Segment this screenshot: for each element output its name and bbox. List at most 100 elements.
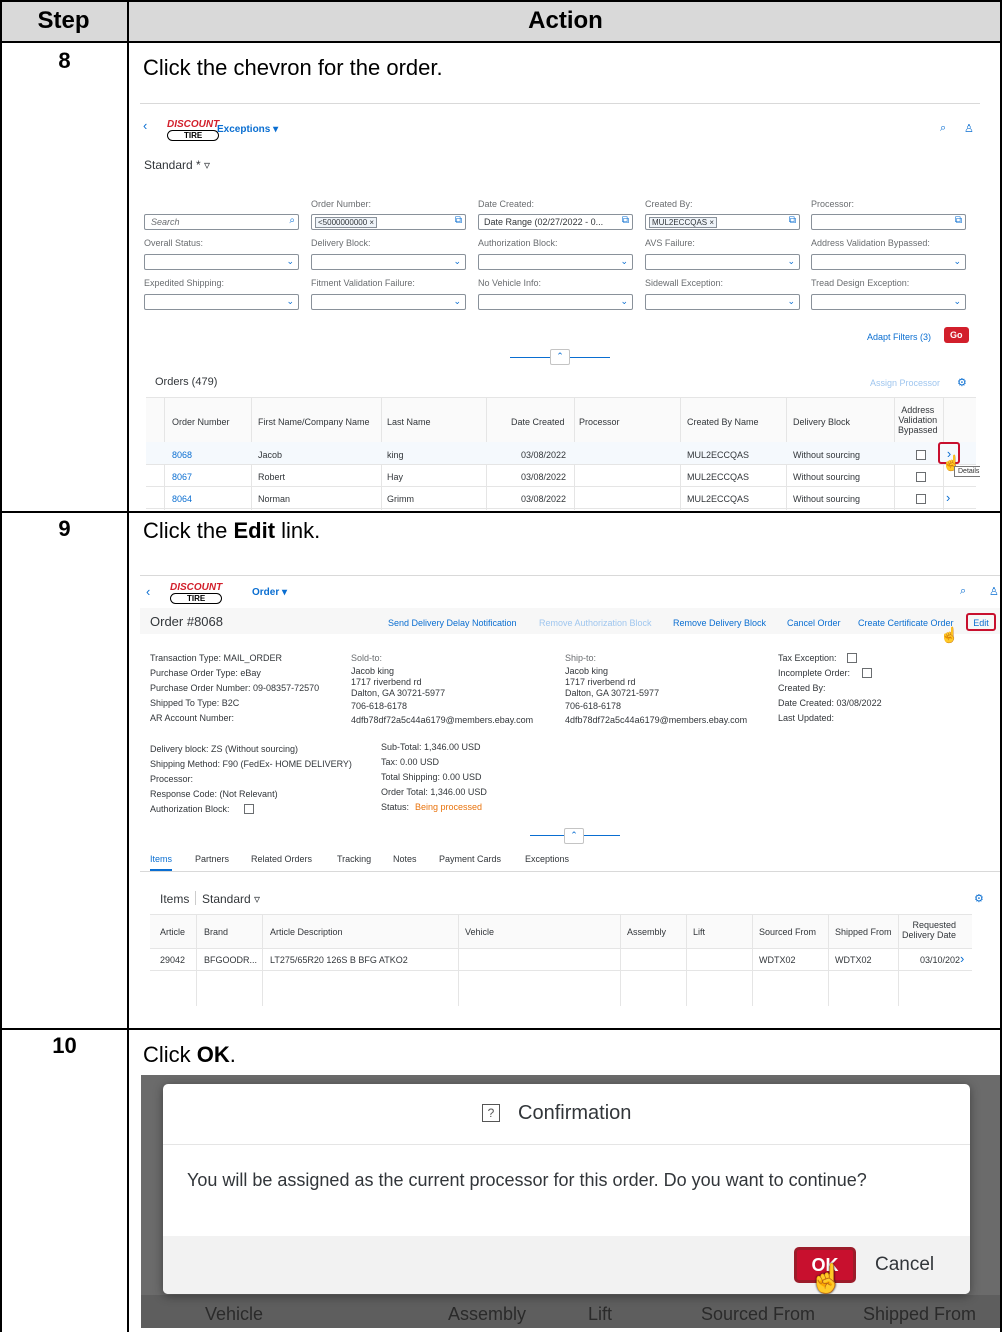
calendar-icon[interactable]: ⧉ <box>622 215 629 226</box>
tread-design-label: Tread Design Exception: <box>811 278 910 288</box>
tab-items[interactable]: Items <box>150 854 173 871</box>
status-label: Status: <box>381 802 410 812</box>
col-address-line: Bypassed <box>898 425 938 435</box>
value-help-icon[interactable]: ⧉ <box>789 215 796 226</box>
logo-line1: DISCOUNT <box>167 119 220 130</box>
col-requested-delivery[interactable]: Requested Delivery Date <box>902 920 956 940</box>
search-icon[interactable]: ⌕ <box>940 122 946 135</box>
col-assembly[interactable]: Assembly <box>627 927 666 937</box>
go-button[interactable]: Go <box>944 327 969 343</box>
app-title-menu[interactable]: Exceptions ▾ <box>217 124 278 135</box>
back-icon[interactable]: ‹ <box>143 118 147 133</box>
col-processor[interactable]: Processor <box>579 417 620 427</box>
sold-to-line: Dalton, GA 30721-5977 <box>351 688 446 698</box>
col-lift[interactable]: Lift <box>693 927 705 937</box>
col-address-validation[interactable]: Address Validation Bypassed <box>898 405 938 435</box>
col-delivery-block[interactable]: Delivery Block <box>793 417 850 427</box>
user-icon[interactable]: ♙ <box>989 585 999 598</box>
col-created-by-name[interactable]: Created By Name <box>687 417 759 427</box>
incomplete-order: Incomplete Order: <box>778 668 851 678</box>
delivery-block-label: Delivery Block: <box>311 238 371 248</box>
authorization-block-checkbox[interactable] <box>244 804 254 814</box>
tab-exceptions[interactable]: Exceptions <box>525 854 569 864</box>
instruction-text: link. <box>275 518 321 543</box>
value-help-icon[interactable]: ⧉ <box>955 215 962 226</box>
tab-related-orders[interactable]: Related Orders <box>251 854 312 864</box>
col-last-name[interactable]: Last Name <box>387 417 431 427</box>
variant-selector[interactable]: Standard * ▿ <box>144 158 210 172</box>
tax-exception-checkbox[interactable] <box>847 653 857 663</box>
tab-tracking[interactable]: Tracking <box>337 854 371 864</box>
tread-design-select[interactable]: ⌄ <box>811 294 966 310</box>
overall-status-select[interactable]: ⌄ <box>144 254 299 270</box>
search-icon[interactable]: ⌕ <box>960 585 966 598</box>
date-created-field[interactable]: Date Range (02/27/2022 - 0... ⧉ <box>478 214 633 230</box>
col-article[interactable]: Article <box>160 927 185 937</box>
created-by-field[interactable]: MUL2ECCQAS × ⧉ <box>645 214 800 230</box>
items-variant-selector[interactable]: Standard ▿ <box>202 892 260 906</box>
cell-last-name: Hay <box>387 472 404 482</box>
col-shipped-from[interactable]: Shipped From <box>835 927 892 937</box>
created-by-token[interactable]: MUL2ECCQAS × <box>649 217 718 228</box>
cancel-button[interactable]: Cancel <box>875 1254 934 1276</box>
order-link[interactable]: 8064 <box>172 494 192 504</box>
avs-failure-select[interactable]: ⌄ <box>645 254 800 270</box>
order-number-field[interactable]: <5000000000 × ⧉ <box>311 214 466 230</box>
col-brand[interactable]: Brand <box>204 927 228 937</box>
settings-gear-icon[interactable]: ⚙ <box>957 376 967 389</box>
delivery-block-select[interactable]: ⌄ <box>311 254 466 270</box>
address-validation-select[interactable]: ⌄ <box>811 254 966 270</box>
processor-field[interactable]: ⧉ <box>811 214 966 230</box>
back-icon[interactable]: ‹ <box>146 584 150 599</box>
assign-processor-button[interactable]: Assign Processor <box>870 378 940 388</box>
search-icon[interactable]: ⌕ <box>289 215 295 226</box>
search-input[interactable]: Search ⌕ <box>144 214 299 230</box>
chevron-down-icon: ⌄ <box>953 296 961 306</box>
no-vehicle-info-select[interactable]: ⌄ <box>478 294 633 310</box>
ar-account-number: AR Account Number: <box>150 713 235 723</box>
user-icon[interactable]: ♙ <box>964 122 974 135</box>
order-link[interactable]: 8067 <box>172 472 192 482</box>
date-created-value: Date Range (02/27/2022 - 0... <box>484 217 604 227</box>
expedited-shipping-select[interactable]: ⌄ <box>144 294 299 310</box>
edit-button[interactable]: Edit <box>966 613 996 631</box>
send-delay-notification-button[interactable]: Send Delivery Delay Notification <box>388 618 517 628</box>
col-sourced-from[interactable]: Sourced From <box>759 927 816 937</box>
chevron-down-icon: ⌄ <box>787 296 795 306</box>
adapt-filters-link[interactable]: Adapt Filters (3) <box>867 332 931 342</box>
cancel-order-button[interactable]: Cancel Order <box>787 618 841 628</box>
address-checkbox[interactable] <box>916 494 926 504</box>
collapse-header-button[interactable]: ⌃ <box>550 349 570 365</box>
settings-gear-icon[interactable]: ⚙ <box>974 892 984 905</box>
purchase-order-number: Purchase Order Number: 09-08357-72570 <box>150 683 320 693</box>
col-date-created[interactable]: Date Created <box>511 417 565 427</box>
remove-delivery-block-button[interactable]: Remove Delivery Block <box>673 618 766 628</box>
transaction-type: Transaction Type: MAIL_ORDER <box>150 653 283 663</box>
row-chevron[interactable]: › <box>960 951 964 966</box>
tab-notes[interactable]: Notes <box>393 854 417 864</box>
order-number-token[interactable]: <5000000000 × <box>315 217 378 228</box>
fitment-validation-select[interactable]: ⌄ <box>311 294 466 310</box>
authorization-block-select[interactable]: ⌄ <box>478 254 633 270</box>
col-order-number[interactable]: Order Number <box>172 417 230 427</box>
address-checkbox[interactable] <box>916 472 926 482</box>
app-title-menu[interactable]: Order ▾ <box>252 587 287 598</box>
tab-partners[interactable]: Partners <box>195 854 229 864</box>
col-article-description[interactable]: Article Description <box>270 927 343 937</box>
step-9-instruction: Click the Edit link. <box>143 518 320 544</box>
col-vehicle[interactable]: Vehicle <box>465 927 494 937</box>
tab-payment-cards[interactable]: Payment Cards <box>439 854 501 864</box>
incomplete-order-checkbox[interactable] <box>862 668 872 678</box>
remove-authorization-block-button[interactable]: Remove Authorization Block <box>539 618 652 628</box>
value-help-icon[interactable]: ⧉ <box>455 215 462 226</box>
collapse-header-button[interactable]: ⌃ <box>564 828 584 844</box>
processor-label: Processor: <box>811 199 855 209</box>
col-first-name[interactable]: First Name/Company Name <box>258 417 370 427</box>
row-chevron[interactable]: › <box>946 490 950 505</box>
cell-last-name: Grimm <box>387 494 414 504</box>
col-req-line: Requested <box>912 920 957 930</box>
address-checkbox[interactable] <box>916 450 926 460</box>
cell-created-by: MUL2ECCQAS <box>687 450 750 460</box>
order-link[interactable]: 8068 <box>172 450 192 460</box>
sidewall-exception-select[interactable]: ⌄ <box>645 294 800 310</box>
